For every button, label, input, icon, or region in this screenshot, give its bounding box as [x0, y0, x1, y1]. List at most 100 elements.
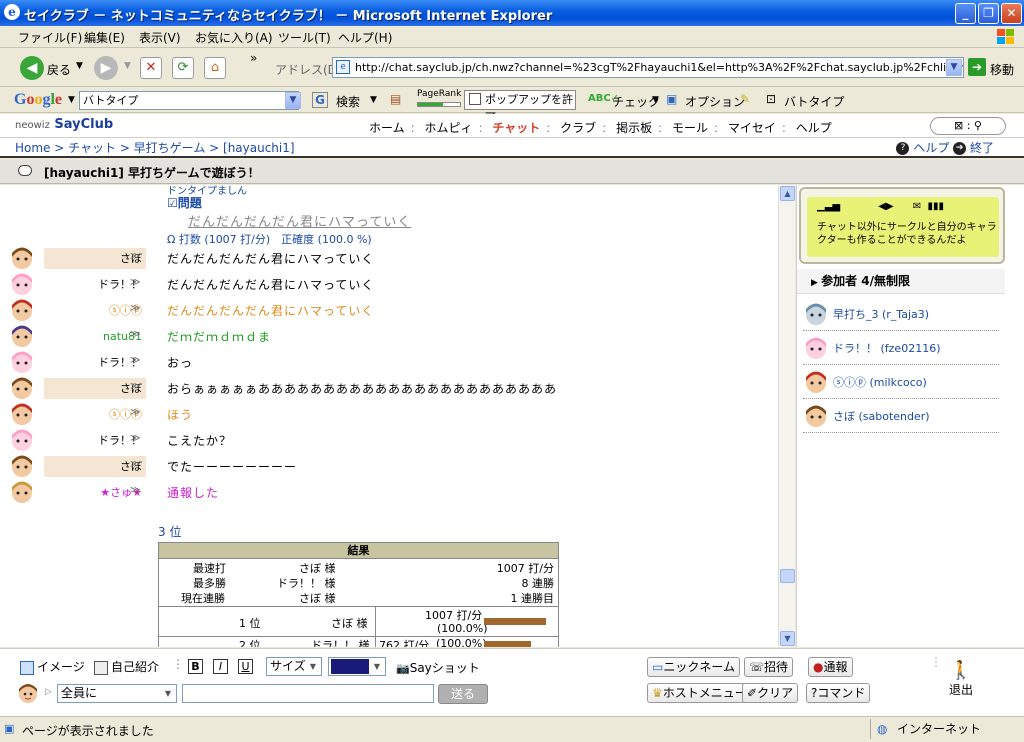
user-avatar[interactable] [8, 480, 36, 505]
google-g-icon[interactable]: G [312, 92, 328, 108]
italic-button[interactable]: I [213, 659, 228, 674]
user-avatar[interactable] [8, 298, 36, 323]
leave-button[interactable]: 🚶 退出 [946, 661, 976, 698]
participant-item[interactable]: 早打ち_3 (r_Taja3) [803, 297, 999, 331]
nav-board[interactable]: 掲示板 [616, 121, 652, 135]
user-avatar[interactable] [8, 324, 36, 349]
participant-item[interactable]: さぼ (sabotender) [803, 399, 999, 433]
user-avatar[interactable] [8, 376, 36, 401]
scroll-down-icon[interactable]: ▼ [780, 631, 795, 646]
participant-name: ⓢⓘⓟ (milkcoco) [833, 376, 927, 389]
underline-button[interactable]: U [238, 659, 253, 674]
back-dropdown-icon[interactable]: ▼ [76, 61, 83, 71]
message-text: 通報した [167, 486, 220, 500]
toolbar-more-icon[interactable]: » [250, 51, 257, 65]
user-avatar[interactable] [8, 272, 36, 297]
message-text: おっ [167, 356, 194, 370]
menu-edit[interactable]: 編集(E) [84, 29, 125, 46]
participant-item[interactable]: ⓢⓘⓟ (milkcoco) [803, 365, 999, 399]
participant-item[interactable]: ドラ！！ (fze02116) [803, 331, 999, 365]
scroll-up-icon[interactable]: ▲ [780, 186, 795, 201]
google-menu-icon[interactable]: ▼ [68, 95, 75, 105]
nav-mysay[interactable]: マイセイ [728, 121, 776, 135]
restore-button[interactable]: ❐ [978, 3, 999, 24]
color-select[interactable]: ▼ [328, 657, 386, 676]
size-select[interactable]: サイズ ▼ [266, 657, 322, 676]
go-label[interactable]: 移動 [990, 61, 1014, 78]
user-avatar[interactable] [8, 428, 36, 453]
page-done-icon: ▣ [4, 722, 15, 735]
nickname-button[interactable]: ▭ニックネーム [647, 657, 740, 677]
go-arrow-icon[interactable]: ➔ [968, 58, 986, 76]
google-search-dropdown-icon[interactable]: ▼ [285, 92, 301, 109]
host-menu-button[interactable]: ♛ホストメニュー [647, 683, 752, 703]
nav-chat[interactable]: チャット [492, 121, 540, 135]
stop-icon[interactable]: ✕ [140, 57, 162, 79]
options-button[interactable]: オプション [685, 93, 745, 110]
nav-help[interactable]: ヘルプ [796, 121, 832, 135]
nav-home[interactable]: ホーム [369, 121, 405, 135]
send-button[interactable]: 送る [438, 684, 488, 704]
chat-log[interactable]: ドンタイプましん ☑問題 だんだんだんだん君にハマっていく Ω 打数 (1007… [0, 185, 778, 647]
chevron-right-icon: ≫ [130, 355, 141, 366]
sayshot-button[interactable]: 📷Sayショット [396, 659, 480, 676]
forward-dropdown-icon[interactable]: ▼ [124, 61, 131, 71]
zone-label: インターネット [897, 722, 982, 736]
summary-name: さぼ 様 [299, 592, 336, 605]
popup-allow-button[interactable]: ポップアップを許可 [464, 90, 576, 124]
news-icon[interactable]: ▤ [390, 92, 401, 106]
minimize-button[interactable]: _ [955, 3, 976, 24]
sayclub-logo[interactable]: neowiz SayClub [15, 117, 113, 132]
back-label[interactable]: 戻る [47, 61, 71, 78]
menu-favorites[interactable]: お気に入り(A) [195, 29, 273, 46]
help-link[interactable]: ヘルプ [913, 141, 949, 155]
google-search-value: バトタイプ [83, 94, 139, 107]
target-select[interactable]: 全員に ▼ [57, 684, 177, 703]
question-label: 問題 [177, 196, 202, 210]
close-button[interactable]: ✕ [1001, 3, 1022, 24]
address-bar[interactable]: e http://chat.sayclub.jp/ch.nwz?channel=… [332, 57, 964, 78]
menu-help[interactable]: ヘルプ(H) [338, 29, 392, 46]
google-search-input[interactable]: バトタイプ [79, 91, 299, 110]
clear-button[interactable]: ✐クリア [742, 683, 799, 703]
google-search-button[interactable]: 検索 [336, 93, 360, 110]
nav-hompy[interactable]: ホムピィ [425, 121, 473, 135]
profile-button[interactable]: 自己紹介 [94, 658, 159, 675]
message-input[interactable] [182, 684, 434, 703]
user-avatar[interactable] [8, 402, 36, 427]
back-arrow-icon[interactable]: ◀ [20, 56, 44, 80]
image-button[interactable]: イメージ [20, 658, 85, 675]
user-avatar[interactable] [8, 246, 36, 271]
message-text: おらぁぁぁぁぁあああああああああああああああああああああああ [167, 382, 558, 396]
bold-button[interactable]: B [188, 659, 203, 674]
command-button[interactable]: ?コマンド [806, 683, 871, 703]
search-dropdown-icon[interactable]: ▼ [370, 95, 377, 105]
nav-mall[interactable]: モール [672, 121, 708, 135]
exit-link[interactable]: 終了 [970, 141, 994, 155]
invite-button[interactable]: ☏招待 [744, 657, 794, 677]
scroll-thumb[interactable] [780, 569, 795, 583]
search-term-button[interactable]: バトタイプ [784, 93, 844, 110]
user-avatar[interactable] [8, 454, 36, 479]
refresh-icon[interactable]: ⟳ [172, 57, 194, 79]
report-label: 通報 [823, 660, 848, 674]
menu-tools[interactable]: ツール(T) [278, 29, 331, 46]
check-dropdown-icon[interactable]: ▼ [652, 95, 659, 105]
home-icon[interactable]: ⌂ [204, 57, 226, 79]
participants-count: 参加者 4/無制限 [821, 274, 910, 288]
nav-club[interactable]: クラブ [560, 121, 596, 135]
site-search-button[interactable]: ⊠ : ⚲ [930, 117, 1006, 135]
chat-message: ドラ！！ ≫ こえたか？ [0, 428, 778, 454]
breadcrumb[interactable]: Home > チャット > 早打ちゲーム > [hayauchi1] [15, 139, 295, 156]
highlighter-icon[interactable]: ✎ [740, 92, 750, 106]
clear-icon: ✐ [747, 686, 758, 700]
user-avatar[interactable] [8, 350, 36, 375]
report-button[interactable]: ●通報 [808, 657, 853, 677]
avatar-arrow-icon[interactable]: ▷ [45, 687, 52, 697]
menu-view[interactable]: 表示(V) [139, 29, 181, 46]
forward-arrow-icon[interactable]: ▶ [94, 56, 118, 80]
address-dropdown-icon[interactable]: ▼ [946, 59, 962, 76]
chat-scrollbar[interactable]: ▲ ▼ [778, 185, 795, 647]
nickname-icon: ▭ [652, 660, 664, 674]
menu-file[interactable]: ファイル(F) [18, 29, 82, 46]
